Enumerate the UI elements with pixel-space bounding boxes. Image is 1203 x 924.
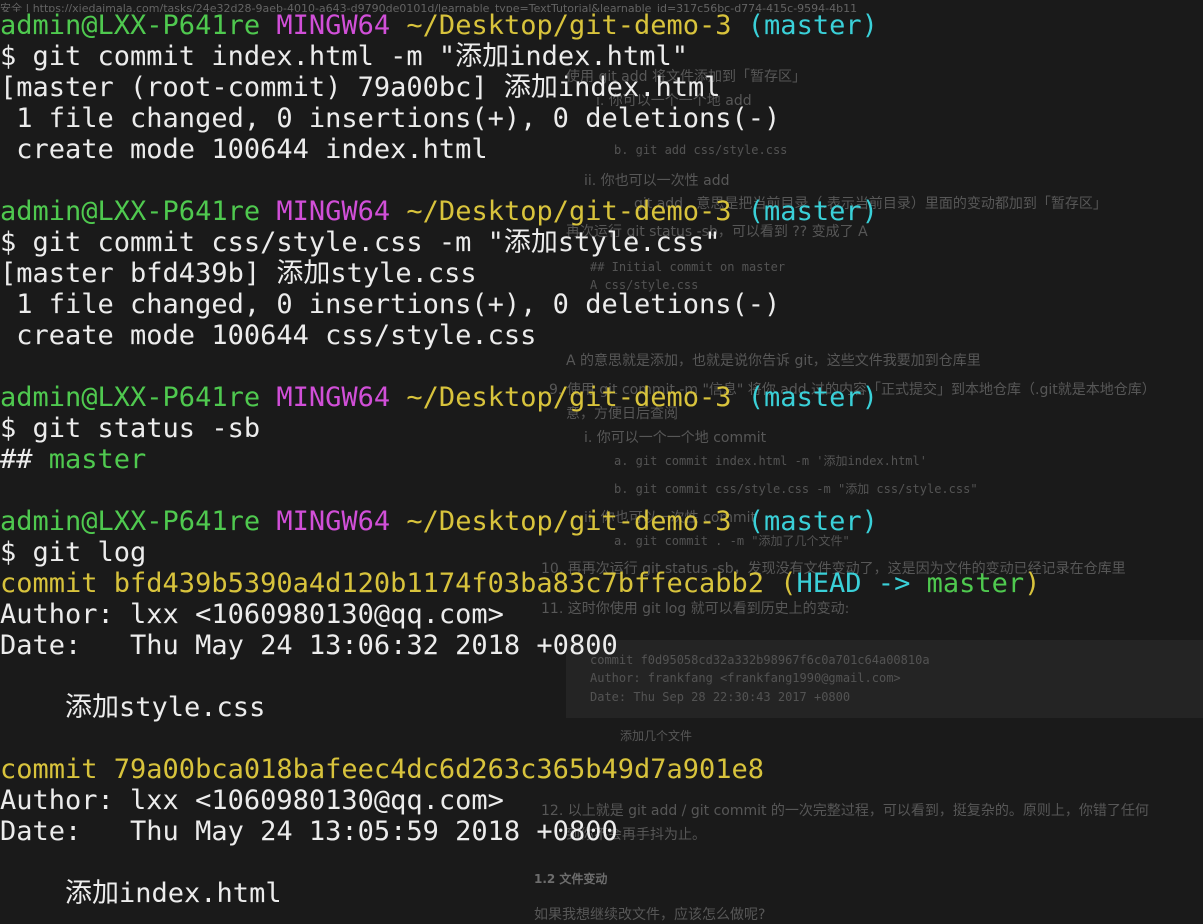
prompt-branch: (master) [747, 10, 878, 41]
log-date-line: Date: Thu May 24 13:05:59 2018 +0800 [0, 816, 618, 847]
prompt-branch: (master) [747, 506, 878, 537]
prompt-env: MINGW64 [276, 196, 391, 227]
output-line: [master (root-commit) 79a00bc] 添加index.h… [0, 72, 721, 103]
prompt-path: ~/Desktop/git-demo-3 [406, 382, 732, 413]
output-line: [master bfd439b] 添加style.css [0, 258, 477, 289]
commit-hash: commit bfd439b5390a4d120b1174f03ba83c7bf… [0, 568, 765, 599]
log-date-line: Date: Thu May 24 13:06:32 2018 +0800 [0, 630, 618, 661]
prompt-env: MINGW64 [276, 382, 391, 413]
prompt-env: MINGW64 [276, 506, 391, 537]
prompt-branch: (master) [747, 196, 878, 227]
command-line: $ git status -sb [0, 413, 261, 444]
ref-paren-open: ( [764, 568, 797, 599]
prompt-branch: (master) [747, 382, 878, 413]
head-ref: HEAD -> [796, 568, 927, 599]
command-line: $ git log [0, 537, 147, 568]
log-commit-line: commit 79a00bca018bafeec4dc6d263c365b49d… [0, 754, 765, 785]
prompt-line: admin@LXX-P641re MINGW64 ~/Desktop/git-d… [0, 196, 878, 227]
prompt-user: admin@LXX-P641re [0, 506, 261, 537]
prompt-path: ~/Desktop/git-demo-3 [406, 506, 732, 537]
output-line: 1 file changed, 0 insertions(+), 0 delet… [0, 289, 781, 320]
log-author-line: Author: lxx <1060980130@qq.com> [0, 785, 504, 816]
prompt-user: admin@LXX-P641re [0, 382, 261, 413]
output-line: create mode 100644 css/style.css [0, 320, 537, 351]
output-line: 1 file changed, 0 insertions(+), 0 delet… [0, 103, 781, 134]
prompt-path: ~/Desktop/git-demo-3 [406, 196, 732, 227]
log-message-line: 添加index.html [0, 878, 282, 909]
status-prefix: ## [0, 444, 49, 475]
log-author-line: Author: lxx <1060980130@qq.com> [0, 599, 504, 630]
command-line: $ git commit css/style.css -m "添加style.c… [0, 227, 721, 258]
log-message-line: 添加style.css [0, 692, 266, 723]
master-ref: master [926, 568, 1025, 599]
prompt-line: admin@LXX-P641re MINGW64 ~/Desktop/git-d… [0, 10, 878, 41]
git-bash-terminal[interactable]: admin@LXX-P641re MINGW64 ~/Desktop/git-d… [0, 0, 1203, 921]
output-line: create mode 100644 index.html [0, 134, 488, 165]
ref-paren-close: ) [1024, 568, 1041, 599]
prompt-user: admin@LXX-P641re [0, 196, 261, 227]
prompt-env: MINGW64 [276, 10, 391, 41]
prompt-user: admin@LXX-P641re [0, 10, 261, 41]
status-branch: master [48, 444, 147, 475]
prompt-path: ~/Desktop/git-demo-3 [406, 10, 732, 41]
log-commit-line: commit bfd439b5390a4d120b1174f03ba83c7bf… [0, 568, 1040, 599]
command-line: $ git commit index.html -m "添加index.html… [0, 41, 688, 72]
status-output-line: ## master [0, 444, 146, 475]
prompt-line: admin@LXX-P641re MINGW64 ~/Desktop/git-d… [0, 382, 878, 413]
prompt-line: admin@LXX-P641re MINGW64 ~/Desktop/git-d… [0, 506, 878, 537]
